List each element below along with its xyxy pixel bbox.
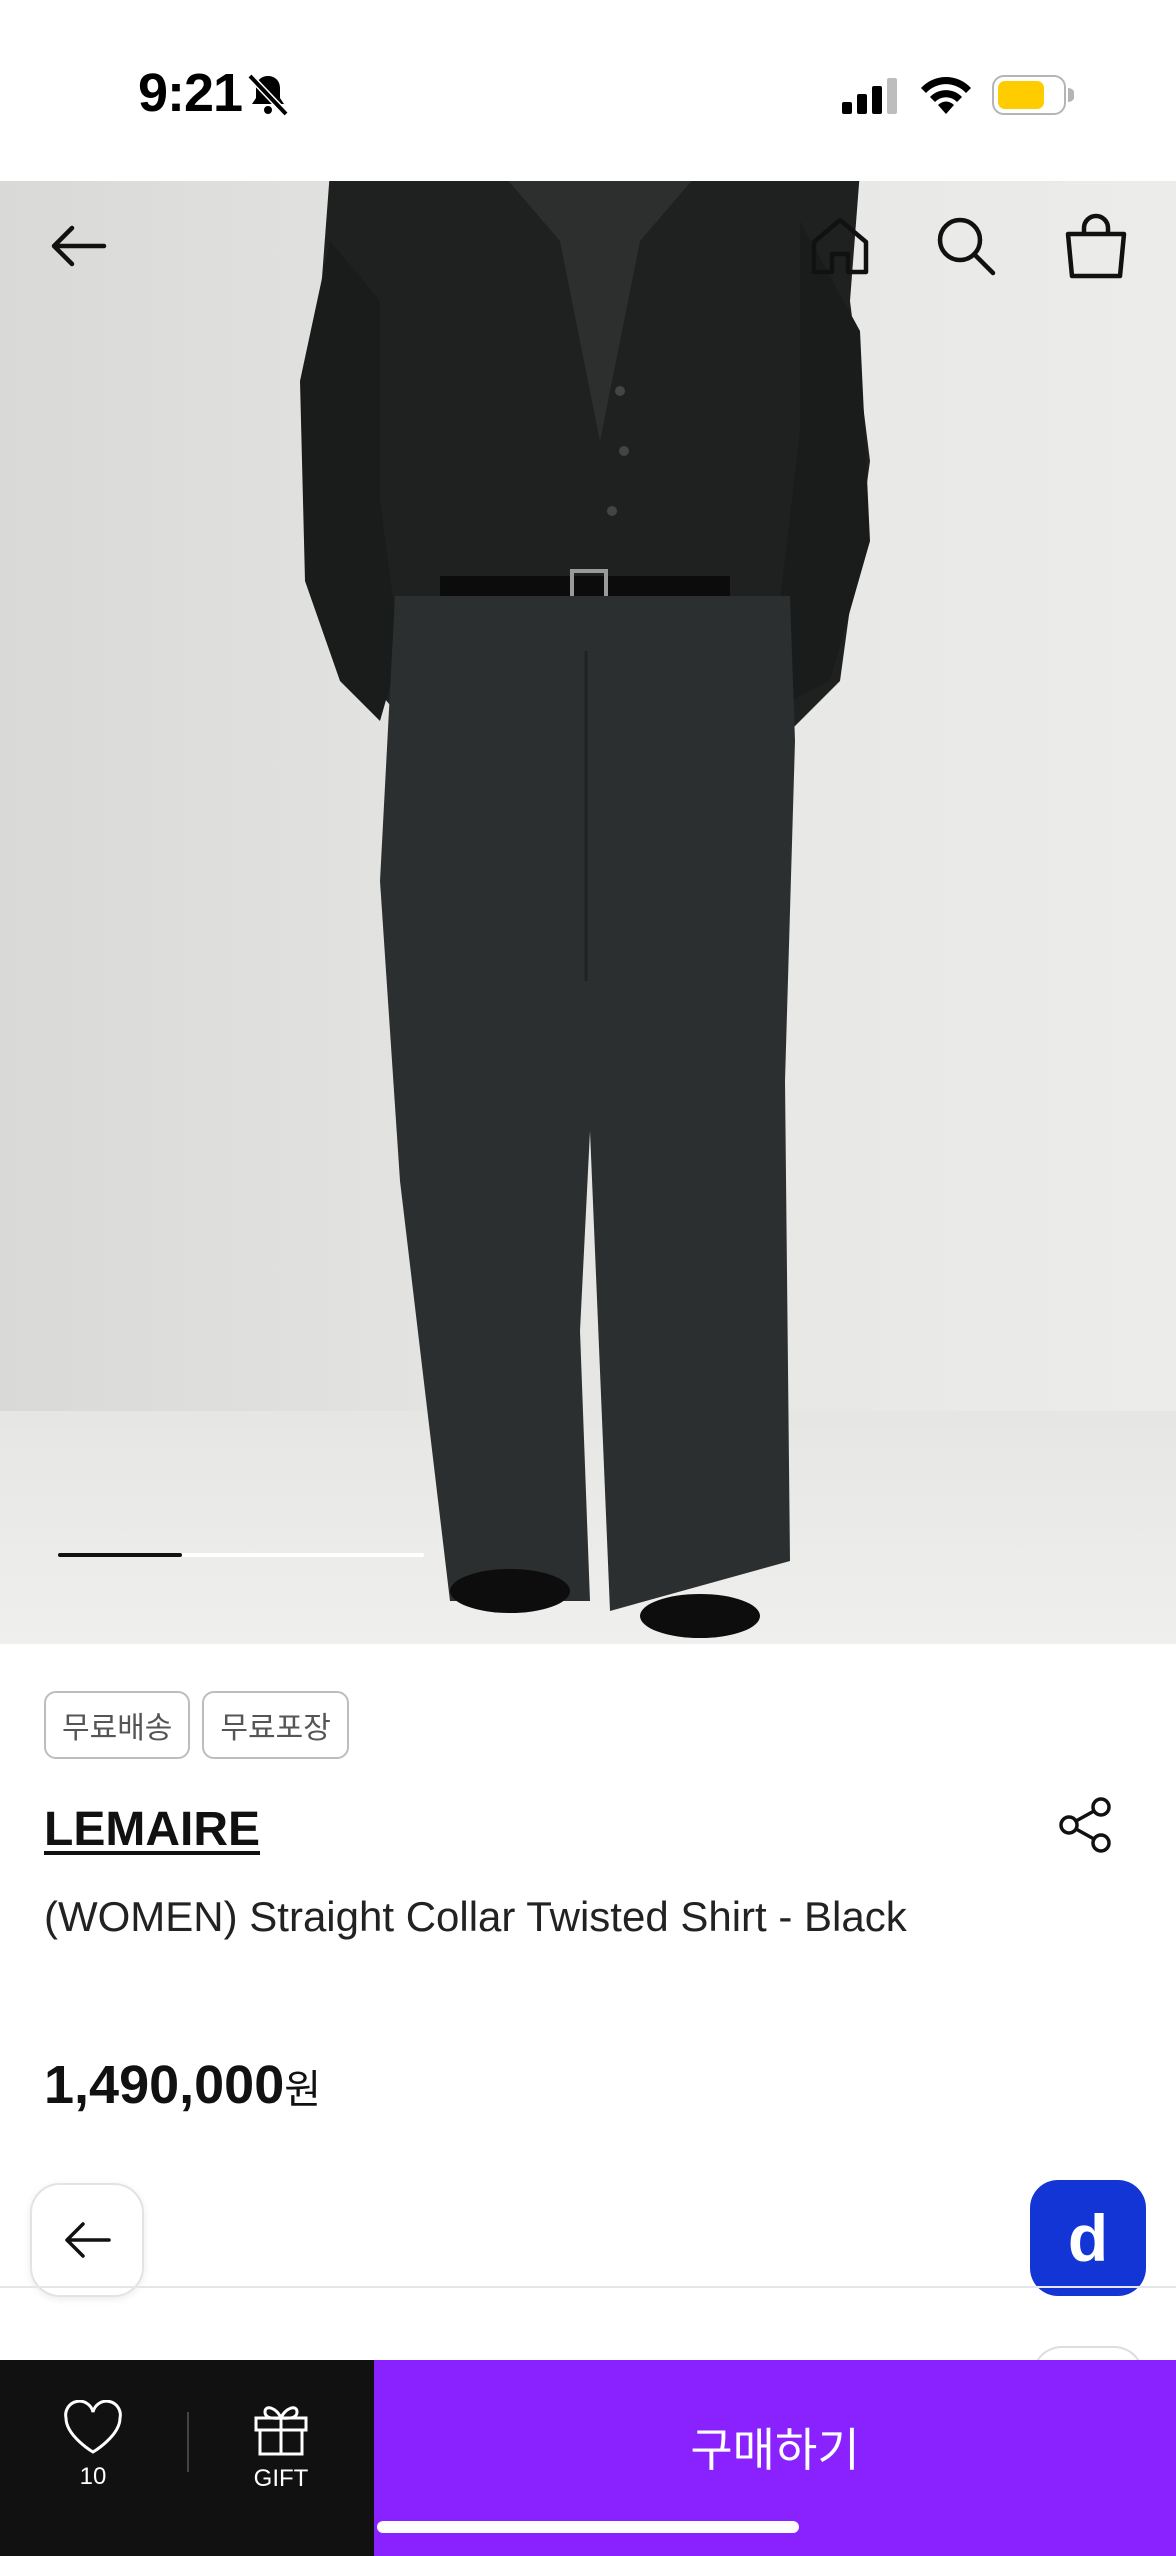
shopping-bag-icon[interactable] bbox=[1060, 210, 1132, 282]
d-chat-button[interactable]: d bbox=[1030, 2180, 1146, 2296]
like-count: 10 bbox=[79, 2463, 107, 2490]
product-image-carousel[interactable] bbox=[0, 181, 1176, 1644]
product-title: (WOMEN) Straight Collar Twisted Shirt - … bbox=[44, 1893, 907, 1940]
share-icon[interactable] bbox=[1055, 1795, 1115, 1855]
price-unit: 원 bbox=[284, 2067, 322, 2113]
floating-back-button[interactable] bbox=[30, 2183, 144, 2297]
wifi-icon bbox=[921, 77, 971, 114]
like-button[interactable]: 10 bbox=[52, 2399, 134, 2510]
status-bar: 9:21 bbox=[0, 0, 1176, 181]
bottom-bar-divider bbox=[187, 2412, 189, 2472]
gift-button[interactable]: GIFT bbox=[236, 2396, 326, 2516]
product-tags: 무료배송 무료포장 bbox=[44, 1691, 349, 1759]
bell-off-icon bbox=[247, 73, 289, 117]
tag-free-shipping: 무료배송 bbox=[44, 1691, 191, 1759]
back-arrow-icon[interactable] bbox=[42, 210, 114, 282]
status-time: 9:21 bbox=[138, 63, 243, 123]
section-divider bbox=[0, 2286, 1176, 2288]
bottom-left-panel: 10 GIFT bbox=[0, 2360, 374, 2556]
search-icon[interactable] bbox=[930, 210, 1002, 282]
price-value: 1,490,000 bbox=[44, 2055, 285, 2115]
carousel-progress-fill bbox=[58, 1553, 183, 1557]
arrow-left-icon bbox=[65, 2222, 111, 2258]
product-photo bbox=[300, 181, 870, 1638]
tag-free-wrapping: 무료포장 bbox=[202, 1691, 349, 1759]
gift-icon bbox=[254, 2406, 308, 2456]
heart-icon bbox=[64, 2399, 122, 2454]
battery-icon bbox=[992, 75, 1074, 115]
carousel-progress-track bbox=[58, 1553, 424, 1557]
product-price: 1,490,000원 bbox=[44, 2054, 321, 2116]
brand-link[interactable]: LEMAIRE bbox=[44, 1802, 260, 1857]
home-icon[interactable] bbox=[804, 210, 876, 282]
gift-label: GIFT bbox=[253, 2465, 309, 2492]
cellular-signal-icon bbox=[842, 78, 897, 114]
home-indicator bbox=[377, 2521, 799, 2533]
